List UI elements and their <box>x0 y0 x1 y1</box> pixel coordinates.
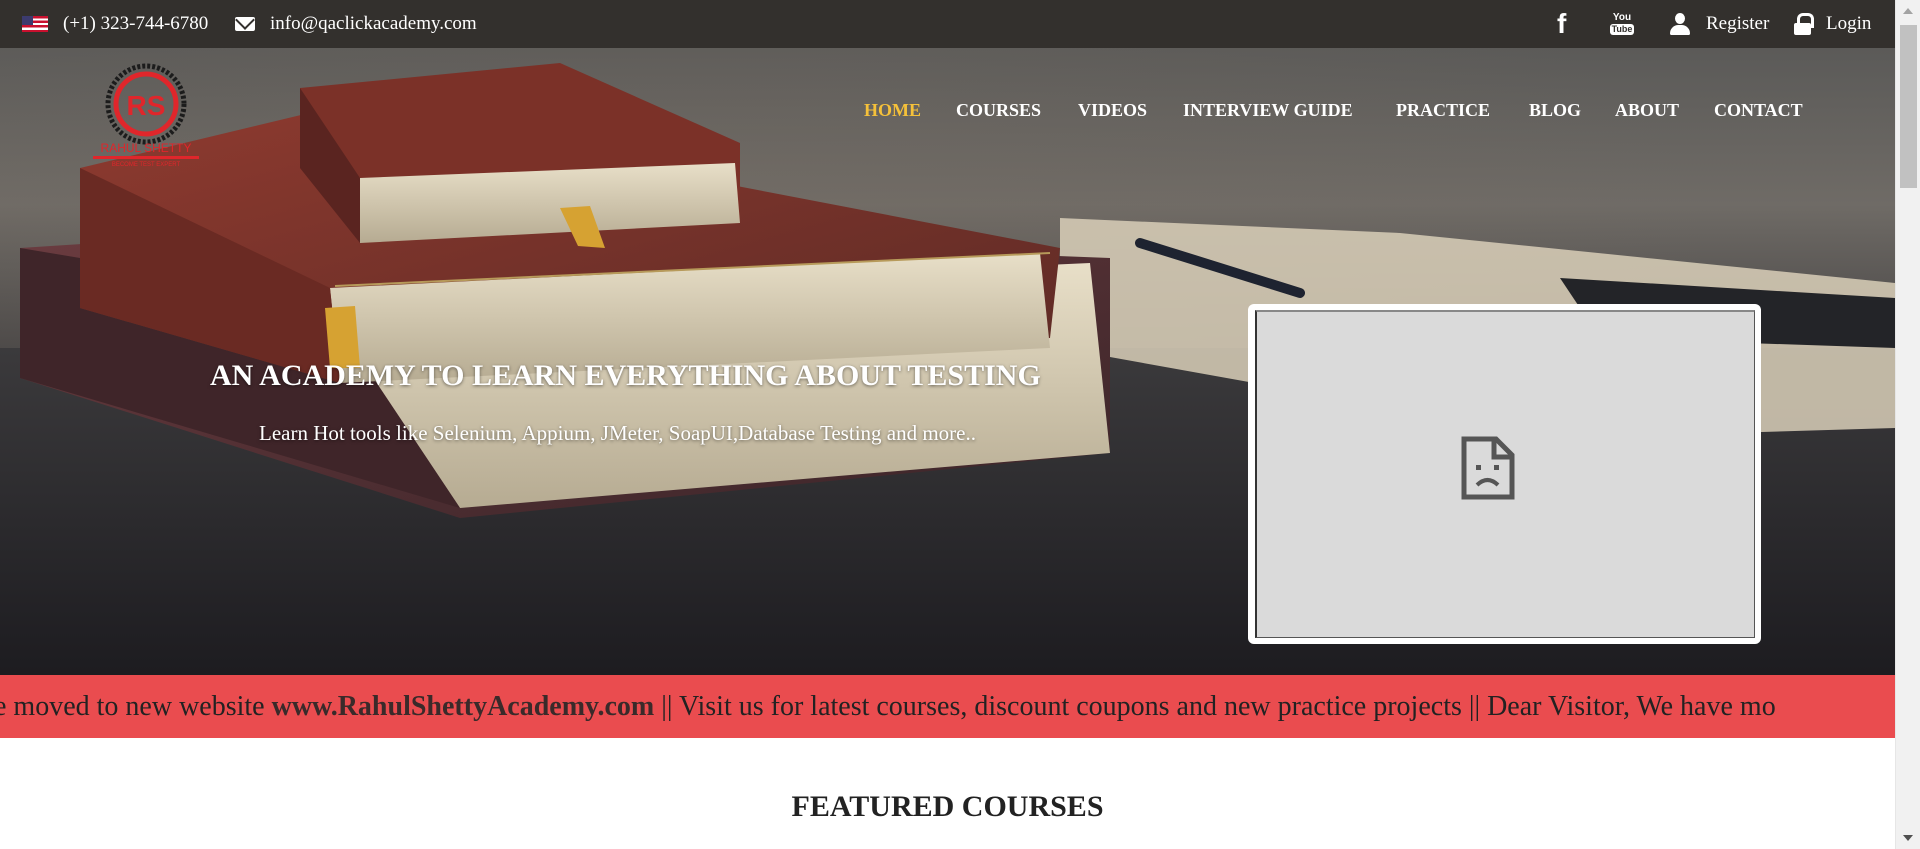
lock-icon <box>1794 0 1814 48</box>
youtube-icon[interactable]: You Tube <box>1609 0 1635 48</box>
envelope-icon <box>235 0 255 48</box>
nav-blog[interactable]: BLOG <box>1529 100 1581 124</box>
nav-videos[interactable]: VIDEOS <box>1078 100 1147 124</box>
facebook-icon[interactable]: f <box>1557 0 1566 48</box>
email-link[interactable]: info@qaclickacademy.com <box>270 0 477 48</box>
user-icon <box>1670 0 1690 48</box>
login-link[interactable]: Login <box>1826 0 1871 48</box>
hero-title: AN ACADEMY TO LEARN EVERYTHING ABOUT TES… <box>210 359 1041 392</box>
phone-number: (+1) 323-744-6780 <box>63 13 209 34</box>
announcement-ticker: e moved to new website www.RahulShettyAc… <box>0 675 1895 738</box>
rahul-shetty-logo[interactable]: RS RAHUL SHETTY BECOME TEST EXPERT <box>91 62 201 172</box>
nav-about[interactable]: ABOUT <box>1615 100 1679 124</box>
scroll-down-arrow-icon[interactable] <box>1903 835 1913 841</box>
logo-name: RAHUL SHETTY <box>101 141 192 155</box>
us-flag-icon <box>22 0 48 48</box>
ticker-text-end: || Visit us for latest courses, discount… <box>654 691 1776 722</box>
register-link[interactable]: Register <box>1706 0 1769 48</box>
ticker-site-link[interactable]: www.RahulShettyAcademy.com <box>272 691 655 722</box>
ticker-text-start: e moved to new website <box>0 691 272 722</box>
video-placeholder <box>1255 310 1755 638</box>
youtube-icon-text-bottom: Tube <box>1609 24 1635 35</box>
logo-tagline: BECOME TEST EXPERT <box>112 162 181 168</box>
logo-monogram: RS <box>127 90 166 121</box>
video-embed[interactable] <box>1248 304 1761 644</box>
hero-subtitle: Learn Hot tools like Selenium, Appium, J… <box>259 421 976 445</box>
ticker-text: e moved to new website www.RahulShettyAc… <box>0 691 1776 723</box>
scroll-up-arrow-icon[interactable] <box>1903 8 1913 14</box>
top-contact-bar: (+1) 323-744-6780 info@qaclickacademy.co… <box>0 0 1895 48</box>
hero-banner: RS RAHUL SHETTY BECOME TEST EXPERT HOME … <box>0 48 1895 675</box>
nav-home[interactable]: HOME <box>864 100 921 124</box>
nav-practice[interactable]: PRACTICE <box>1396 100 1490 124</box>
nav-courses[interactable]: COURSES <box>956 100 1041 124</box>
nav-contact[interactable]: CONTACT <box>1714 100 1803 124</box>
page-scrollbar[interactable] <box>1895 0 1920 849</box>
page: (+1) 323-744-6780 info@qaclickacademy.co… <box>0 0 1895 849</box>
sad-document-icon <box>1461 436 1515 500</box>
nav-interview-guide[interactable]: INTERVIEW GUIDE <box>1183 100 1353 124</box>
youtube-icon-text-top: You <box>1612 12 1632 23</box>
featured-courses-heading: FEATURED COURSES <box>791 790 1104 823</box>
scroll-thumb[interactable] <box>1900 25 1917 188</box>
